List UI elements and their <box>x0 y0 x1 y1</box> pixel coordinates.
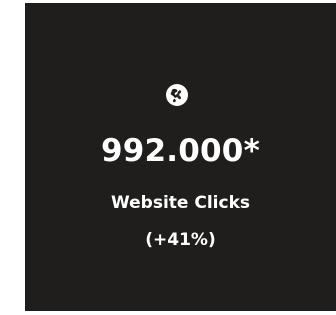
metric-value: 992.000* <box>100 133 260 169</box>
globe-americas-icon <box>166 84 188 106</box>
metric-label: Website Clicks <box>111 193 250 213</box>
metric-card: 992.000* Website Clicks (+41%) <box>25 3 336 311</box>
metric-change: (+41%) <box>145 230 216 250</box>
